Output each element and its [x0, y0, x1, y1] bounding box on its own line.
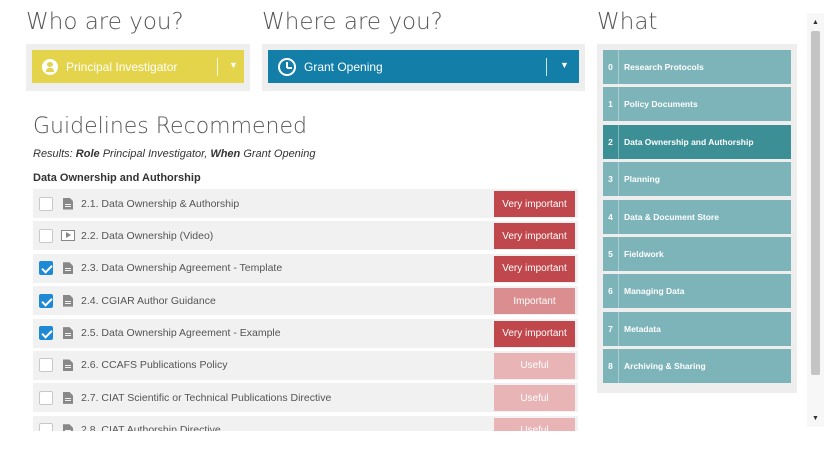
what-menu-item-label: Archiving & Sharing — [624, 361, 706, 372]
guideline-row[interactable]: 2.5. Data Ownership Agreement - Example V… — [33, 318, 578, 348]
importance-badge: Important — [494, 288, 575, 315]
importance-badge: Useful — [494, 385, 575, 412]
what-menu-item-label: Policy Documents — [624, 99, 698, 110]
document-icon — [63, 424, 73, 431]
importance-badge: Very important — [494, 320, 575, 347]
what-menu-item[interactable]: 7 Metadata — [603, 311, 791, 346]
what-menu-item[interactable]: 3 Planning — [603, 162, 791, 197]
guideline-link[interactable]: 2.8. CIAT Authorship Directive — [81, 424, 221, 431]
importance-badge: Very important — [494, 255, 575, 282]
guideline-row[interactable]: 2.3. Data Ownership Agreement - Template… — [33, 253, 578, 283]
guideline-checkbox[interactable] — [39, 293, 53, 308]
what-menu-item-label: Fieldwork — [624, 248, 664, 259]
select-divider — [217, 58, 218, 76]
what-menu-item[interactable]: 4 Data & Document Store — [603, 199, 791, 234]
guideline-checkbox[interactable] — [39, 423, 53, 431]
results-prefix: Results: — [33, 148, 76, 160]
who-heading: Who are you? — [26, 9, 184, 35]
what-menu-item-number: 1 — [603, 87, 619, 122]
guideline-list: 2.1. Data Ownership & Authorship Very imp… — [33, 189, 578, 431]
what-menu-item-number: 3 — [603, 162, 619, 197]
guideline-link[interactable]: 2.2. Data Ownership (Video) — [81, 230, 213, 242]
document-icon — [63, 327, 73, 340]
what-menu-item-label: Metadata — [624, 323, 661, 334]
guideline-link[interactable]: 2.5. Data Ownership Agreement - Example — [81, 327, 281, 339]
guideline-row[interactable]: 2.6. CCAFS Publications Policy Useful — [33, 350, 578, 380]
role-select-container: Principal Investigator ▼ — [26, 44, 250, 91]
what-menu-item-number: 7 — [603, 311, 619, 346]
what-menu-item-label: Data Ownership and Authorship — [624, 136, 754, 147]
scroll-down-icon[interactable]: ▼ — [807, 411, 824, 425]
results-summary: Results: Role Principal Investigator, Wh… — [33, 148, 315, 160]
section-title: Data Ownership and Authorship — [33, 172, 201, 184]
video-icon — [61, 230, 75, 242]
guideline-checkbox[interactable] — [39, 358, 53, 373]
scroll-up-icon[interactable]: ▲ — [807, 15, 824, 29]
guideline-checkbox[interactable] — [39, 228, 53, 243]
what-menu-item-number: 4 — [603, 199, 619, 234]
stage-select[interactable]: Grant Opening ▼ — [268, 50, 579, 83]
what-menu-item[interactable]: 8 Archiving & Sharing — [603, 349, 791, 384]
person-icon — [42, 58, 58, 75]
guideline-checkbox[interactable] — [39, 390, 53, 405]
guideline-row[interactable]: 2.7. CIAT Scientific or Technical Public… — [33, 383, 578, 413]
what-menu-item[interactable]: 1 Policy Documents — [603, 87, 791, 122]
what-menu-item[interactable]: 0 Research Protocols — [603, 50, 791, 84]
select-divider — [546, 58, 547, 76]
importance-badge: Useful — [494, 352, 575, 379]
guideline-checkbox[interactable] — [39, 326, 53, 341]
what-menu-item-label: Managing Data — [624, 286, 685, 297]
importance-badge: Useful — [494, 417, 575, 431]
guideline-link[interactable]: 2.1. Data Ownership & Authorship — [81, 198, 239, 210]
what-menu-item[interactable]: 5 Fieldwork — [603, 236, 791, 271]
guidelines-title: Guidelines Recommened — [33, 114, 307, 139]
guideline-link[interactable]: 2.6. CCAFS Publications Policy — [81, 359, 227, 371]
scrollbar-thumb[interactable] — [811, 31, 820, 375]
what-menu-item-label: Data & Document Store — [624, 211, 719, 222]
importance-badge: Very important — [494, 191, 575, 217]
what-menu-item-number: 6 — [603, 274, 619, 309]
guideline-row[interactable]: 2.1. Data Ownership & Authorship Very imp… — [33, 189, 578, 218]
role-value: Principal Investigator, — [99, 148, 211, 160]
guideline-row[interactable]: 2.2. Data Ownership (Video) Very importan… — [33, 221, 578, 251]
scrollbar[interactable]: ▲ ▼ — [807, 13, 824, 427]
what-heading: What — [597, 9, 658, 35]
what-menu-item-label: Planning — [624, 174, 660, 185]
what-menu-item-number: 5 — [603, 236, 619, 271]
what-menu-item-number: 0 — [603, 50, 619, 84]
clock-icon — [278, 57, 296, 76]
role-select[interactable]: Principal Investigator ▼ — [32, 50, 244, 83]
chevron-down-icon[interactable]: ▼ — [560, 60, 569, 70]
what-menu-item-number: 2 — [603, 124, 619, 159]
chevron-down-icon[interactable]: ▼ — [229, 60, 238, 70]
when-value: Grant Opening — [240, 148, 316, 160]
when-label: When — [210, 148, 241, 160]
guideline-link[interactable]: 2.4. CGIAR Author Guidance — [81, 295, 216, 307]
guideline-row[interactable]: 2.4. CGIAR Author Guidance Important — [33, 286, 578, 316]
what-menu-item-number: 8 — [603, 349, 619, 384]
guideline-link[interactable]: 2.3. Data Ownership Agreement - Template — [81, 262, 282, 274]
document-icon — [63, 262, 73, 275]
guideline-checkbox[interactable] — [39, 196, 53, 211]
document-icon — [63, 359, 73, 372]
document-icon — [63, 294, 73, 307]
what-menu: 0 Research Protocols 1 Policy Documents 2 Dat… — [597, 44, 797, 393]
guideline-row[interactable]: 2.8. CIAT Authorship Directive Useful — [33, 415, 578, 431]
what-menu-item-label: Research Protocols — [624, 62, 704, 72]
what-menu-item[interactable]: 6 Managing Data — [603, 274, 791, 309]
role-label: Role — [75, 148, 100, 160]
guideline-checkbox[interactable] — [39, 261, 53, 276]
document-icon — [63, 391, 73, 404]
stage-select-value: Grant Opening — [304, 59, 383, 74]
document-icon — [63, 197, 73, 210]
what-menu-item[interactable]: 2 Data Ownership and Authorship — [603, 124, 791, 159]
guideline-link[interactable]: 2.7. CIAT Scientific or Technical Public… — [81, 392, 331, 404]
importance-badge: Very important — [494, 223, 575, 250]
stage-select-container: Grant Opening ▼ — [262, 44, 585, 91]
where-heading: Where are you? — [262, 9, 443, 35]
